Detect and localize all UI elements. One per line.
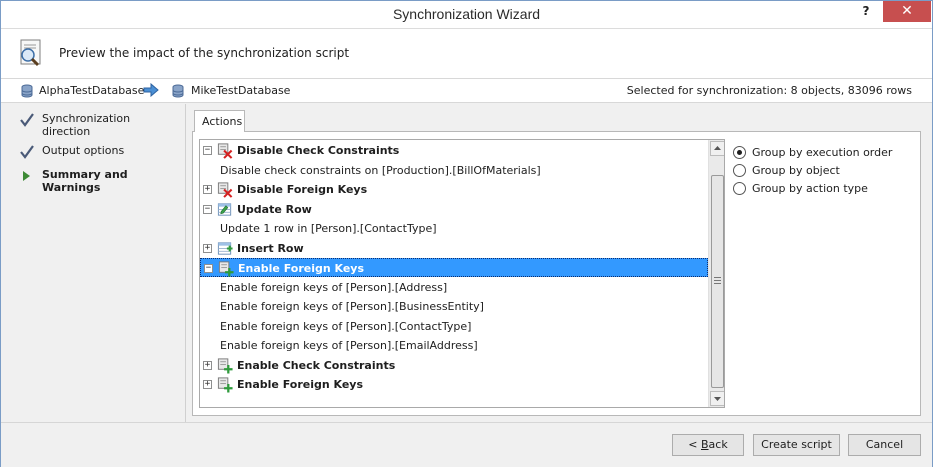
tree-item-label: Enable foreign keys of [Person].[Busines…	[220, 300, 484, 313]
radio-button[interactable]	[733, 146, 746, 159]
back-mnemonic: B	[701, 438, 709, 451]
radio-group-by-action-type[interactable]: Group by action type	[733, 181, 913, 197]
tree-item-row[interactable]: Enable foreign keys of [Person].[EmailAd…	[200, 336, 708, 355]
target-database-label: MikeTestDatabase	[191, 84, 291, 97]
wizard-footer: < Back Create script Cancel	[1, 422, 932, 467]
radio-group-by-execution-order[interactable]: Group by execution order	[733, 145, 913, 161]
back-button[interactable]: < Back	[672, 434, 744, 456]
tree-group-label: Disable Check Constraints	[237, 144, 400, 157]
enable-constraint-icon	[218, 261, 234, 277]
disable-constraint-icon	[217, 182, 233, 198]
tree-item-row[interactable]: Update 1 row in [Person].[ContactType]	[200, 219, 708, 238]
header-text: Preview the impact of the synchronizatio…	[59, 46, 350, 60]
scroll-up-button[interactable]	[710, 141, 724, 156]
radio-label: Group by execution order	[752, 146, 893, 159]
tree-group-label: Insert Row	[237, 241, 304, 255]
tree-item-row[interactable]: Enable foreign keys of [Person].[Contact…	[200, 317, 708, 336]
current-step-arrow-icon	[23, 171, 30, 181]
tree-item-label: Disable check constraints on [Production…	[220, 163, 541, 177]
enable-constraint-icon	[217, 377, 233, 393]
database-icon	[172, 84, 184, 98]
back-rest: ack	[708, 438, 728, 451]
tree-group-row[interactable]: − Disable Check Constraints	[200, 141, 708, 160]
collapse-icon[interactable]: −	[203, 204, 212, 214]
radio-button[interactable]	[733, 182, 746, 195]
collapse-icon[interactable]: −	[203, 146, 212, 155]
tree-group-label: Disable Foreign Keys	[237, 183, 368, 196]
expand-icon[interactable]: +	[203, 380, 212, 389]
tree-group-row[interactable]: + Enable Check Constraints	[200, 356, 708, 375]
actions-tree[interactable]: − Disable Check Constraints Disable check …	[199, 139, 725, 408]
tree-group-label: Enable Foreign Keys	[238, 262, 365, 275]
tree-group-label: Enable Check Constraints	[237, 358, 396, 372]
tab-actions[interactable]: Actions	[194, 110, 245, 132]
enable-constraint-icon	[217, 357, 233, 374]
close-button[interactable]: ✕	[883, 1, 931, 22]
preview-document-icon	[20, 39, 41, 67]
radio-label: Group by action type	[752, 182, 868, 195]
tree-item-row[interactable]: Enable foreign keys of [Person].[Address…	[200, 278, 708, 297]
wizard-steps-sidebar: Synchronization direction Output options…	[1, 104, 186, 422]
scroll-down-button[interactable]	[710, 391, 724, 406]
radio-group-by-object[interactable]: Group by object	[733, 163, 913, 179]
synchronization-wizard-window: Synchronization Wizard ? ✕ Preview the i…	[0, 0, 933, 467]
step-label: Summary and Warnings	[42, 168, 128, 194]
tree-item-label: Update 1 row in [Person].[ContactType]	[220, 222, 437, 235]
step-label: Synchronization direction	[42, 112, 131, 138]
radio-button[interactable]	[733, 164, 746, 177]
cancel-button[interactable]: Cancel	[848, 434, 921, 456]
back-prefix: <	[688, 438, 701, 451]
chevron-up-icon	[714, 146, 721, 150]
checkmark-icon	[20, 113, 34, 127]
tree-group-label: Enable Foreign Keys	[237, 378, 364, 391]
title-bar: Synchronization Wizard ? ✕	[1, 1, 932, 29]
tree-group-row[interactable]: − Enable Foreign Keys	[200, 258, 708, 277]
step-label: Output options	[42, 144, 125, 157]
tree-group-row[interactable]: − Update Row	[200, 200, 708, 219]
selection-summary: Selected for synchronization: 8 objects,…	[626, 84, 912, 97]
chevron-down-icon	[714, 397, 721, 401]
tree-group-row[interactable]: + Disable Foreign Keys	[200, 180, 708, 199]
scroll-grip-icon	[714, 277, 721, 284]
database-bar: AlphaTestDatabase MikeTestDatabase Selec…	[1, 79, 932, 103]
checkmark-icon	[20, 145, 34, 159]
tree-scrollbar[interactable]	[708, 140, 724, 407]
tree-item-row[interactable]: Disable check constraints on [Production…	[200, 161, 708, 180]
collapse-icon[interactable]: −	[204, 264, 213, 273]
tree-group-row[interactable]: + Insert Row	[200, 239, 708, 258]
database-icon	[21, 84, 33, 98]
scroll-thumb[interactable]	[711, 175, 724, 388]
window-title: Synchronization Wizard	[392, 6, 541, 22]
expand-icon[interactable]: +	[203, 360, 212, 370]
tree-item-label: Enable foreign keys of [Person].[EmailAd…	[220, 339, 478, 352]
disable-constraint-icon	[217, 143, 233, 159]
create-script-button[interactable]: Create script	[753, 434, 840, 456]
tree-item-label: Enable foreign keys of [Person].[Contact…	[220, 319, 472, 333]
wizard-header: Preview the impact of the synchronizatio…	[1, 29, 932, 79]
radio-label: Group by object	[752, 164, 840, 177]
tree-group-label: Update Row	[237, 202, 312, 216]
tree-item-label: Enable foreign keys of [Person].[Address…	[220, 280, 448, 294]
tree-item-row[interactable]: Enable foreign keys of [Person].[Busines…	[200, 297, 708, 316]
help-button[interactable]: ?	[858, 4, 874, 22]
insert-row-icon	[217, 241, 233, 255]
tree-group-row[interactable]: + Enable Foreign Keys	[200, 375, 708, 394]
expand-icon[interactable]: +	[203, 185, 212, 194]
source-database-label: AlphaTestDatabase	[39, 84, 145, 97]
update-row-icon	[217, 202, 232, 216]
expand-icon[interactable]: +	[203, 243, 212, 253]
arrow-right-icon	[143, 83, 159, 97]
actions-panel: − Disable Check Constraints Disable check …	[192, 131, 921, 416]
